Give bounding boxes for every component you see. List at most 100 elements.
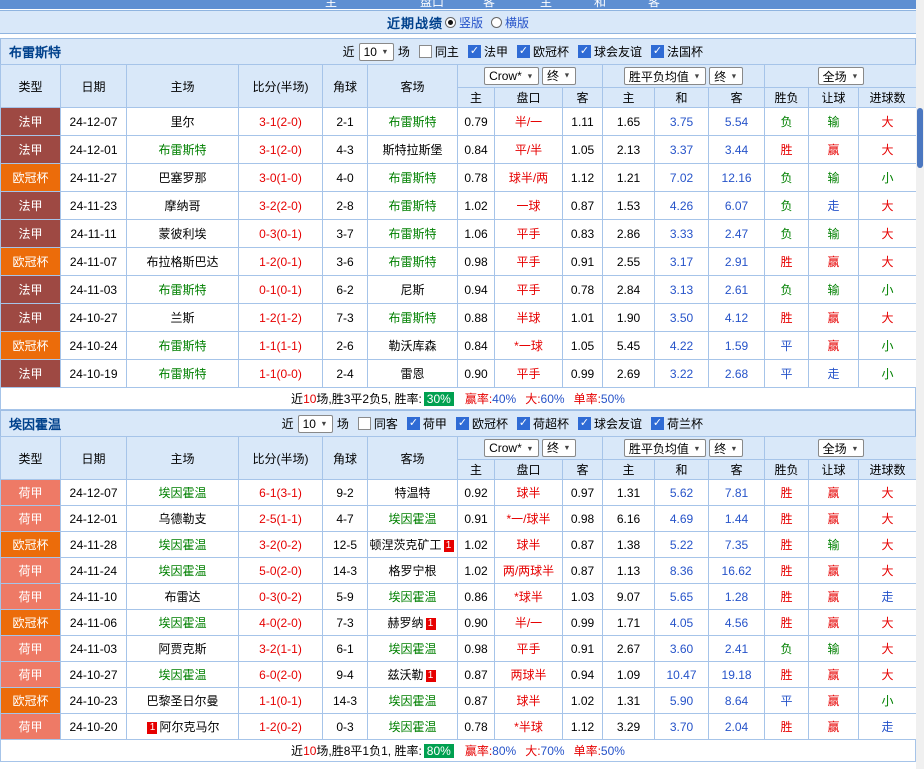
result-handicap: 赢 (808, 479, 860, 506)
final-odds-select[interactable]: 终 ▼ (709, 67, 744, 85)
checkbox-checked-icon[interactable]: ✓ (577, 417, 591, 430)
checkbox-checked-icon[interactable]: ✓ (650, 45, 664, 58)
matches-label: 场 (397, 45, 410, 59)
result-goals: 小 (858, 359, 918, 388)
away-team[interactable]: 埃因霍温 (367, 505, 458, 532)
final-odds-select[interactable]: 终 ▼ (542, 438, 576, 457)
home-team[interactable]: 乌德勒支 (126, 505, 239, 532)
checkbox-checked-icon[interactable]: ✓ (577, 45, 591, 58)
match-date: 24-11-28 (60, 531, 127, 558)
result-handicap: 走 (808, 191, 860, 220)
away-team[interactable]: 埃因霍温 (367, 635, 458, 662)
asia-home-odds: 0.94 (457, 275, 495, 304)
away-team[interactable]: 布雷斯特 (367, 191, 458, 220)
away-team[interactable]: 雷恩 (367, 359, 458, 388)
recent-count-select[interactable]: 10 ▼ (297, 414, 333, 433)
match-date: 24-12-07 (60, 107, 127, 136)
europe-home-odds: 2.55 (602, 247, 656, 276)
radio-label-horizontal[interactable]: 横版 (505, 14, 529, 31)
away-team[interactable]: 布雷斯特 (367, 303, 458, 332)
away-team[interactable]: 布雷斯特 (367, 163, 458, 192)
home-team[interactable]: 兰斯 (126, 303, 239, 332)
home-team[interactable]: 里尔 (126, 107, 239, 136)
away-team[interactable]: 布雷斯特 (367, 247, 458, 276)
home-team[interactable]: 1 阿尔克马尔 (126, 713, 239, 740)
checkbox-checked-icon[interactable]: ✓ (467, 45, 481, 58)
home-team[interactable]: 布拉格斯巴达 (126, 247, 239, 276)
home-team[interactable]: 巴黎圣日尔曼 (126, 687, 239, 714)
recent-count-select[interactable]: 10 ▼ (358, 42, 394, 61)
scope-select[interactable]: 全场 ▼ (817, 67, 864, 85)
away-team[interactable]: 尼斯 (367, 275, 458, 304)
league-filter-checkbox[interactable]: ✓ 法甲 (467, 43, 508, 60)
home-team[interactable]: 布雷斯特 (126, 275, 239, 304)
away-team[interactable]: 布雷斯特 (367, 219, 458, 248)
corner-count: 9-2 (322, 479, 368, 506)
home-team[interactable]: 布雷达 (126, 583, 239, 610)
league-filter-checkbox[interactable]: ✓ 荷兰杯 (650, 415, 703, 432)
home-team[interactable]: 埃因霍温 (126, 661, 239, 688)
away-team[interactable]: 赫罗纳 1 (367, 609, 458, 636)
away-team[interactable]: 布雷斯特 (367, 107, 458, 136)
league-filter-checkbox[interactable]: ✓ 球会友谊 (577, 415, 642, 432)
away-team[interactable]: 兹沃勒 1 (367, 661, 458, 688)
corner-count: 2-1 (322, 107, 368, 136)
bookmaker-select[interactable]: Crow* ▼ (484, 67, 539, 86)
league-filter-checkbox[interactable]: ✓ 荷甲 (406, 415, 447, 432)
home-team[interactable]: 埃因霍温 (126, 609, 239, 636)
home-team[interactable]: 埃因霍温 (126, 557, 239, 584)
checkbox-checked-icon[interactable]: ✓ (406, 417, 420, 430)
team-name[interactable]: 埃因霍温 (9, 414, 61, 433)
checkbox-unchecked-icon[interactable] (357, 417, 371, 430)
team-name-text: 巴黎圣日尔曼 (146, 694, 219, 708)
home-team[interactable]: 阿贾克斯 (126, 635, 239, 662)
checkbox-label: 同主 (434, 45, 459, 59)
league-filter-checkbox[interactable]: ✓ 球会友谊 (577, 43, 642, 60)
radio-horizontal-layout[interactable] (491, 16, 502, 28)
radio-vertical-layout[interactable] (444, 16, 456, 28)
league-filter-checkbox[interactable]: ✓ 欧冠杯 (516, 43, 569, 60)
home-team[interactable]: 埃因霍温 (126, 479, 239, 506)
europe-draw-odds: 4.22 (654, 331, 710, 360)
asia-away-odds: 0.91 (561, 635, 604, 662)
league-filter-checkbox[interactable]: ✓ 法国杯 (650, 43, 703, 60)
home-team[interactable]: 布雷斯特 (126, 135, 239, 164)
home-team[interactable]: 埃因霍温 (126, 531, 239, 558)
bookmaker-select[interactable]: Crow* ▼ (484, 439, 539, 458)
checkbox-checked-icon[interactable]: ✓ (516, 45, 530, 58)
checkbox-unchecked-icon[interactable] (418, 45, 432, 58)
home-team[interactable]: 摩纳哥 (126, 191, 239, 220)
checkbox-checked-icon[interactable]: ✓ (650, 417, 664, 430)
match-date: 24-11-07 (60, 247, 127, 276)
team-name-text: 兰斯 (170, 311, 195, 325)
home-team[interactable]: 巴塞罗那 (126, 163, 239, 192)
home-team[interactable]: 布雷斯特 (126, 331, 239, 360)
europe-odds-select[interactable]: 胜平负均值 ▼ (623, 439, 706, 457)
away-team[interactable]: 特温特 (367, 479, 458, 506)
league-filter-checkbox[interactable]: ✓ 欧冠杯 (455, 415, 508, 432)
away-team[interactable]: 埃因霍温 (367, 687, 458, 714)
team-name[interactable]: 布雷斯特 (9, 42, 61, 61)
away-team[interactable]: 勒沃库森 (367, 331, 458, 360)
europe-odds-select[interactable]: 胜平负均值 ▼ (623, 67, 706, 85)
league-filter-checkbox[interactable]: ✓ 荷超杯 (516, 415, 569, 432)
away-team[interactable]: 格罗宁根 (367, 557, 458, 584)
checkbox-checked-icon[interactable]: ✓ (455, 417, 469, 430)
away-team[interactable]: 埃因霍温 (367, 713, 458, 740)
scrollbar-thumb[interactable] (917, 108, 923, 168)
radio-label-vertical[interactable]: 竖版 (459, 14, 483, 31)
scope-select[interactable]: 全场 ▼ (817, 439, 864, 457)
away-team[interactable]: 斯特拉斯堡 (367, 135, 458, 164)
league-filter-checkbox[interactable]: 同客 (357, 415, 398, 432)
scrollbar[interactable] (916, 0, 924, 769)
final-odds-select[interactable]: 终 ▼ (542, 66, 576, 85)
col-asia-home: 主 (457, 459, 495, 480)
away-team[interactable]: 顿涅茨克矿工 1 (367, 531, 458, 558)
away-team[interactable]: 埃因霍温 (367, 583, 458, 610)
checkbox-checked-icon[interactable]: ✓ (516, 417, 530, 430)
league-filter-checkbox[interactable]: 同主 (418, 43, 459, 60)
home-team[interactable]: 布雷斯特 (126, 359, 239, 388)
final-odds-select[interactable]: 终 ▼ (709, 439, 744, 457)
home-team[interactable]: 蒙彼利埃 (126, 219, 239, 248)
team-name-text: 赫罗纳 (387, 616, 424, 630)
